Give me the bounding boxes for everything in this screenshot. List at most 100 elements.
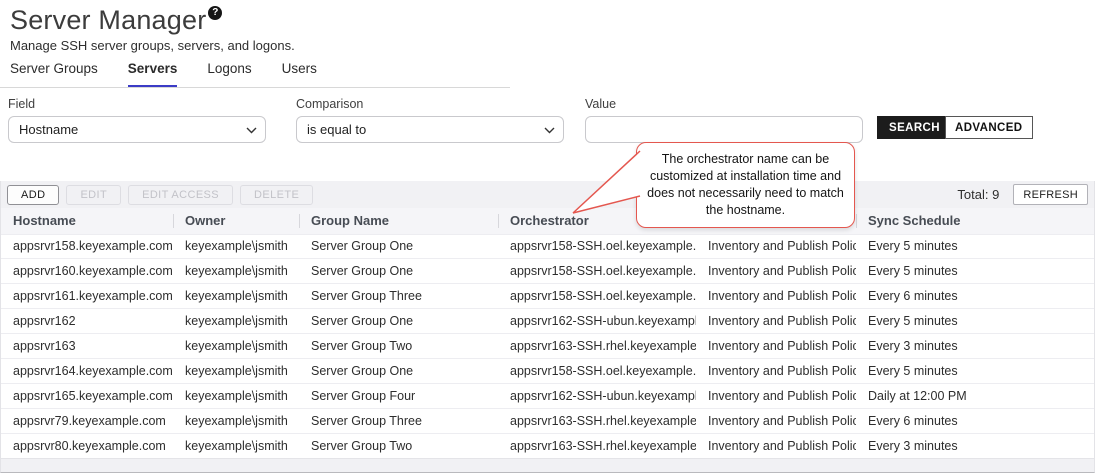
cell-owner: keyexample\jsmith xyxy=(173,358,299,383)
tab-logons[interactable]: Logons xyxy=(207,61,251,88)
table-header-row: Hostname Owner Group Name Orchestrator S… xyxy=(1,208,1094,234)
cell-orchestrator: appsrvr158-SSH.oel.keyexample.com xyxy=(498,234,696,259)
cell-policy: Inventory and Publish Policy xyxy=(696,433,856,458)
total-count: Total: 9 xyxy=(957,187,999,202)
cell-policy: Inventory and Publish Policy xyxy=(696,408,856,433)
callout-text: The orchestrator name can be customized … xyxy=(645,151,846,219)
table-footer xyxy=(1,458,1094,472)
cell-owner: keyexample\jsmith xyxy=(173,259,299,284)
cell-hostname: appsrvr160.keyexample.com xyxy=(1,259,173,284)
cell-owner: keyexample\jsmith xyxy=(173,383,299,408)
cell-owner: keyexample\jsmith xyxy=(173,284,299,309)
cell-sync-schedule: Daily at 12:00 PM xyxy=(856,383,1094,408)
refresh-button[interactable]: REFRESH xyxy=(1013,184,1088,205)
tabs-divider xyxy=(0,87,510,88)
table-row[interactable]: appsrvr79.keyexample.com keyexample\jsmi… xyxy=(1,408,1094,433)
cell-policy: Inventory and Publish Policy xyxy=(696,309,856,334)
cell-group-name: Server Group Two xyxy=(299,433,498,458)
cell-orchestrator: appsrvr158-SSH.oel.keyexample.com xyxy=(498,358,696,383)
value-filter-group: Value xyxy=(585,97,863,143)
help-icon[interactable]: ? xyxy=(208,6,222,20)
cell-group-name: Server Group One xyxy=(299,309,498,334)
cell-hostname: appsrvr158.keyexample.com xyxy=(1,234,173,259)
cell-orchestrator: appsrvr163-SSH.rhel.keyexample.com xyxy=(498,334,696,359)
server-manager-page: Server Manager? Manage SSH server groups… xyxy=(0,0,1095,474)
cell-sync-schedule: Every 5 minutes xyxy=(856,259,1094,284)
cell-owner: keyexample\jsmith xyxy=(173,433,299,458)
grid-toolbar: ADD EDIT EDIT ACCESS DELETE Total: 9 REF… xyxy=(1,181,1094,208)
cell-hostname: appsrvr79.keyexample.com xyxy=(1,408,173,433)
cell-sync-schedule: Every 6 minutes xyxy=(856,408,1094,433)
cell-sync-schedule: Every 5 minutes xyxy=(856,234,1094,259)
field-select[interactable]: Hostname xyxy=(8,116,266,143)
comparison-filter-group: Comparison is equal to xyxy=(296,97,564,143)
cell-sync-schedule: Every 6 minutes xyxy=(856,284,1094,309)
table-row[interactable]: appsrvr164.keyexample.com keyexample\jsm… xyxy=(1,358,1094,383)
cell-orchestrator: appsrvr162-SSH-ubun.keyexample.com xyxy=(498,383,696,408)
cell-hostname: appsrvr164.keyexample.com xyxy=(1,358,173,383)
cell-hostname: appsrvr162 xyxy=(1,309,173,334)
field-filter-group: Field Hostname xyxy=(8,97,266,143)
tab-users[interactable]: Users xyxy=(282,61,317,88)
table-row[interactable]: appsrvr80.keyexample.com keyexample\jsmi… xyxy=(1,433,1094,458)
cell-policy: Inventory and Publish Policy xyxy=(696,383,856,408)
cell-group-name: Server Group One xyxy=(299,259,498,284)
cell-policy: Inventory and Publish Policy xyxy=(696,234,856,259)
page-title-text: Server Manager xyxy=(10,5,206,35)
column-header-hostname[interactable]: Hostname xyxy=(1,208,173,234)
cell-sync-schedule: Every 3 minutes xyxy=(856,433,1094,458)
cell-hostname: appsrvr165.keyexample.com xyxy=(1,383,173,408)
table-row[interactable]: appsrvr160.keyexample.com keyexample\jsm… xyxy=(1,259,1094,284)
cell-group-name: Server Group One xyxy=(299,234,498,259)
cell-group-name: Server Group One xyxy=(299,358,498,383)
advanced-button[interactable]: ADVANCED xyxy=(945,116,1033,139)
cell-sync-schedule: Every 5 minutes xyxy=(856,358,1094,383)
cell-sync-schedule: Every 5 minutes xyxy=(856,309,1094,334)
value-label: Value xyxy=(585,97,863,111)
cell-hostname: appsrvr161.keyexample.com xyxy=(1,284,173,309)
edit-access-button[interactable]: EDIT ACCESS xyxy=(128,185,233,205)
delete-button[interactable]: DELETE xyxy=(240,185,313,205)
column-header-owner[interactable]: Owner xyxy=(173,208,299,234)
field-label: Field xyxy=(8,97,266,111)
cell-policy: Inventory and Publish Policy xyxy=(696,358,856,383)
table-body: appsrvr158.keyexample.com keyexample\jsm… xyxy=(1,234,1094,458)
orchestrator-callout: The orchestrator name can be customized … xyxy=(636,142,855,228)
edit-button[interactable]: EDIT xyxy=(66,185,121,205)
table-row[interactable]: appsrvr158.keyexample.com keyexample\jsm… xyxy=(1,234,1094,259)
servers-table: Hostname Owner Group Name Orchestrator S… xyxy=(1,208,1094,458)
page-title: Server Manager? xyxy=(10,5,222,36)
cell-orchestrator: appsrvr163-SSH.rhel.keyexample.com xyxy=(498,408,696,433)
cell-group-name: Server Group Two xyxy=(299,334,498,359)
column-header-sync-schedule[interactable]: Sync Schedule xyxy=(856,208,1094,234)
cell-hostname: appsrvr163 xyxy=(1,334,173,359)
table-row[interactable]: appsrvr163 keyexample\jsmith Server Grou… xyxy=(1,334,1094,359)
cell-orchestrator: appsrvr162-SSH-ubun.keyexample.com xyxy=(498,309,696,334)
cell-orchestrator: appsrvr158-SSH.oel.keyexample.com xyxy=(498,259,696,284)
cell-owner: keyexample\jsmith xyxy=(173,334,299,359)
cell-policy: Inventory and Publish Policy xyxy=(696,259,856,284)
comparison-label: Comparison xyxy=(296,97,564,111)
cell-owner: keyexample\jsmith xyxy=(173,408,299,433)
search-button[interactable]: SEARCH xyxy=(877,116,952,139)
cell-sync-schedule: Every 3 minutes xyxy=(856,334,1094,359)
server-grid-region: ADD EDIT EDIT ACCESS DELETE Total: 9 REF… xyxy=(0,181,1095,473)
cell-orchestrator: appsrvr163-SSH.rhel.keyexample.com xyxy=(498,433,696,458)
cell-hostname: appsrvr80.keyexample.com xyxy=(1,433,173,458)
add-button[interactable]: ADD xyxy=(7,185,59,205)
cell-policy: Inventory and Publish Policy xyxy=(696,284,856,309)
cell-owner: keyexample\jsmith xyxy=(173,309,299,334)
table-row[interactable]: appsrvr162 keyexample\jsmith Server Grou… xyxy=(1,309,1094,334)
column-header-group-name[interactable]: Group Name xyxy=(299,208,498,234)
cell-orchestrator: appsrvr158-SSH.oel.keyexample.com xyxy=(498,284,696,309)
tab-server-groups[interactable]: Server Groups xyxy=(10,61,98,88)
comparison-select[interactable]: is equal to xyxy=(296,116,564,143)
table-row[interactable]: appsrvr161.keyexample.com keyexample\jsm… xyxy=(1,284,1094,309)
cell-policy: Inventory and Publish Policy xyxy=(696,334,856,359)
tab-bar: Server Groups Servers Logons Users xyxy=(10,61,317,88)
tab-servers[interactable]: Servers xyxy=(128,61,178,88)
table-row[interactable]: appsrvr165.keyexample.com keyexample\jsm… xyxy=(1,383,1094,408)
value-input[interactable] xyxy=(585,116,863,143)
page-subtitle: Manage SSH server groups, servers, and l… xyxy=(10,38,295,53)
cell-group-name: Server Group Four xyxy=(299,383,498,408)
